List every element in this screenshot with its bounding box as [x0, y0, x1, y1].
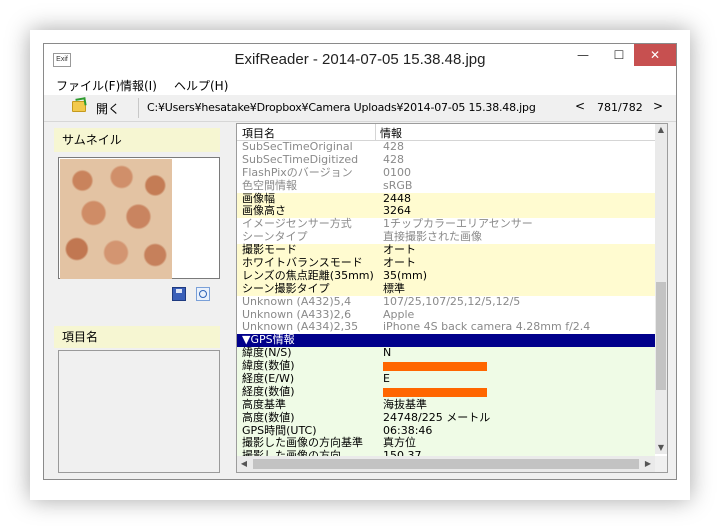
row-key: ホワイトバランスモード — [242, 256, 363, 270]
row-value: 海抜基準 — [383, 397, 427, 411]
list-row[interactable]: 画像幅 2448 — [237, 192, 655, 206]
list-row[interactable]: Unknown (A434)2,35 iPhone 4S back camera … — [237, 320, 655, 335]
row-value: 標準 — [383, 281, 405, 295]
row-value: 35(mm) — [383, 268, 428, 282]
row-value: N — [383, 346, 392, 360]
row-value: 0100 — [383, 165, 411, 179]
scroll-corner — [655, 456, 667, 472]
list-row[interactable]: シーンタイプ 直接撮影された画像 — [237, 230, 655, 245]
row-value: 428 — [383, 140, 404, 153]
row-key: 色空間情報 — [242, 178, 297, 192]
open-label: 開く — [96, 102, 121, 116]
row-value: 107/25,107/25,12/5,12/5 — [383, 294, 521, 308]
row-value: 24748/225 メートル — [383, 410, 491, 424]
list-row[interactable]: レンズの焦点距離(35mm) 35(mm) — [237, 268, 655, 283]
open-button[interactable]: 開く — [66, 98, 126, 118]
redaction-bar — [383, 362, 487, 372]
list-row[interactable]: SubSecTimeDigitized 428 — [237, 152, 655, 167]
maximize-button[interactable]: ☐ — [600, 44, 638, 66]
row-value: E — [383, 372, 390, 386]
previous-button[interactable]: < — [575, 99, 585, 113]
left-pane: サムネイル 項目名 — [54, 128, 224, 474]
list-row[interactable]: シーン撮影タイプ 標準 — [237, 281, 655, 296]
row-value: 428 — [383, 152, 404, 166]
list-row[interactable]: SubSecTimeOriginal 428 — [237, 140, 655, 154]
list-row[interactable]: 緯度(N/S) N — [237, 346, 655, 361]
row-key: Unknown (A432)5,4 — [242, 294, 352, 308]
list-row[interactable]: 色空間情報 sRGB — [237, 178, 655, 193]
row-value: オート — [383, 256, 416, 270]
row-key: SubSecTimeOriginal — [242, 140, 353, 153]
list-row[interactable]: 高度基準 海抜基準 — [237, 397, 655, 412]
row-key: FlashPixのバージョン — [242, 165, 353, 179]
thumbnail-frame — [58, 157, 220, 279]
exif-rows: SubSecTimeOriginal 428 SubSecTimeDigitized… — [237, 140, 655, 464]
row-key: レンズの焦点距離(35mm) — [242, 268, 374, 282]
row-key: 経度(E/W) — [242, 372, 295, 386]
title-bar[interactable]: Exif ExifReader - 2014-07-05 15.38.48.jp… — [44, 44, 676, 75]
file-path: C:¥Users¥hesatake¥Dropbox¥Camera Uploads… — [147, 101, 536, 114]
close-button[interactable]: ✕ — [634, 44, 676, 66]
list-row[interactable]: 経度(数値) — [237, 384, 655, 399]
list-row[interactable]: Unknown (A432)5,4 107/25,107/25,12/5,12/5 — [237, 294, 655, 309]
column-divider[interactable] — [375, 124, 376, 140]
menu-file[interactable]: ファイル(F) — [56, 77, 120, 94]
scroll-left-icon[interactable]: ◀ — [237, 456, 251, 472]
list-row[interactable]: ホワイトバランスモード オート — [237, 256, 655, 270]
list-row[interactable]: FlashPixのバージョン 0100 — [237, 165, 655, 180]
item-detail-box — [58, 350, 220, 473]
toolbar-separator — [138, 98, 139, 118]
vertical-scroll-thumb[interactable] — [656, 282, 666, 390]
vertical-scrollbar[interactable]: ▲ ▼ — [655, 124, 667, 454]
save-icon[interactable] — [172, 287, 186, 301]
horizontal-scroll-thumb[interactable] — [253, 459, 639, 469]
item-name-heading: 項目名 — [54, 326, 220, 348]
toolbar: 開く C:¥Users¥hesatake¥Dropbox¥Camera Uplo… — [44, 95, 676, 122]
column-header-item[interactable]: 項目名 — [242, 125, 275, 141]
exif-list-view[interactable]: 項目名 情報 SubSecTimeOriginal 428 SubSecTimeDi… — [236, 123, 668, 473]
row-key: 高度(数値) — [242, 410, 295, 424]
row-key: シーン撮影タイプ — [242, 281, 330, 295]
minimize-button[interactable]: — — [564, 44, 602, 66]
row-key: SubSecTimeDigitized — [242, 152, 359, 166]
scroll-up-icon[interactable]: ▲ — [655, 124, 667, 136]
list-row[interactable]: 緯度(数値) — [237, 359, 655, 374]
row-value: sRGB — [383, 178, 413, 192]
row-key: 高度基準 — [242, 397, 286, 411]
menu-bar: ファイル(F) 情報(I) ヘルプ(H) — [44, 75, 676, 95]
next-button[interactable]: > — [653, 99, 663, 113]
list-row[interactable]: 高度(数値) 24748/225 メートル — [237, 410, 655, 425]
thumbnail-heading: サムネイル — [54, 128, 220, 152]
row-value: iPhone 4S back camera 4.28mm f/2.4 — [383, 320, 591, 334]
row-key: 経度(数値) — [242, 384, 295, 398]
zoom-icon[interactable] — [196, 287, 210, 301]
redaction-bar — [383, 387, 487, 397]
open-folder-icon — [72, 101, 86, 112]
list-row[interactable]: 経度(E/W) E — [237, 372, 655, 386]
image-counter: 781/782 — [597, 101, 643, 114]
horizontal-scrollbar[interactable]: ◀ ▶ — [237, 456, 655, 472]
scroll-down-icon[interactable]: ▼ — [655, 442, 667, 454]
list-header: 項目名 情報 — [237, 124, 655, 141]
menu-info[interactable]: 情報(I) — [120, 77, 157, 94]
scroll-right-icon[interactable]: ▶ — [641, 456, 655, 472]
app-window: Exif ExifReader - 2014-07-05 15.38.48.jp… — [43, 43, 677, 480]
thumbnail-image — [60, 159, 172, 279]
column-header-info[interactable]: 情報 — [380, 125, 402, 141]
menu-help[interactable]: ヘルプ(H) — [174, 77, 228, 94]
section-row[interactable]: ▼GPS情報 — [237, 333, 655, 348]
